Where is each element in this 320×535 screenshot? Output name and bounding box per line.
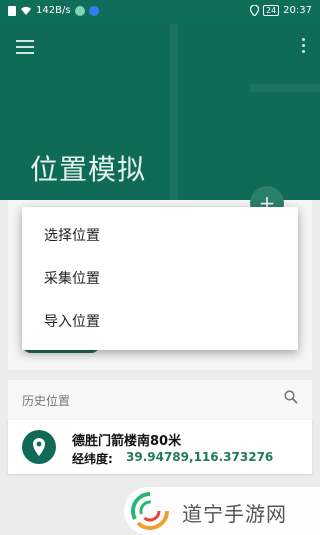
menu-item-collect-location[interactable]: 采集位置: [22, 258, 298, 301]
menu-item-import-location[interactable]: 导入位置: [22, 301, 298, 344]
watermark: 道宁手游网: [124, 487, 320, 535]
status-bar: 142B/s 24 20:37: [0, 0, 320, 24]
coordinates-value: 39.94789,116.373276: [126, 450, 274, 464]
sim-icon: [8, 5, 16, 16]
location-icon: [249, 5, 259, 16]
search-icon[interactable]: [284, 390, 298, 404]
brand-logo-icon: [131, 492, 169, 530]
history-label: 历史位置: [22, 394, 71, 408]
more-options-icon[interactable]: [302, 38, 306, 54]
coordinates-label: 经纬度:: [72, 452, 113, 466]
header-decor: [170, 24, 178, 200]
header-decor: [250, 84, 320, 92]
menu-icon[interactable]: [16, 40, 34, 54]
location-app-icon: [88, 5, 99, 16]
popup-menu: 选择位置 采集位置 导入位置: [22, 207, 298, 350]
record-name: 德胜门箭楼南80米: [72, 434, 182, 449]
app-notification-icon: [74, 5, 85, 16]
wifi-icon: [21, 6, 31, 15]
app-header: 位置模拟: [0, 24, 320, 200]
clock: 20:37: [283, 5, 312, 16]
watermark-brand: 道宁手游网: [182, 502, 287, 526]
network-speed: 142B/s: [36, 5, 71, 16]
history-record[interactable]: 德胜门箭楼南80米 经纬度: 39.94789,116.373276: [8, 420, 312, 474]
page-title: 位置模拟: [30, 153, 147, 186]
menu-item-select-location[interactable]: 选择位置: [22, 215, 298, 258]
location-pin-icon: [22, 430, 56, 464]
battery-level: 24: [262, 5, 280, 16]
